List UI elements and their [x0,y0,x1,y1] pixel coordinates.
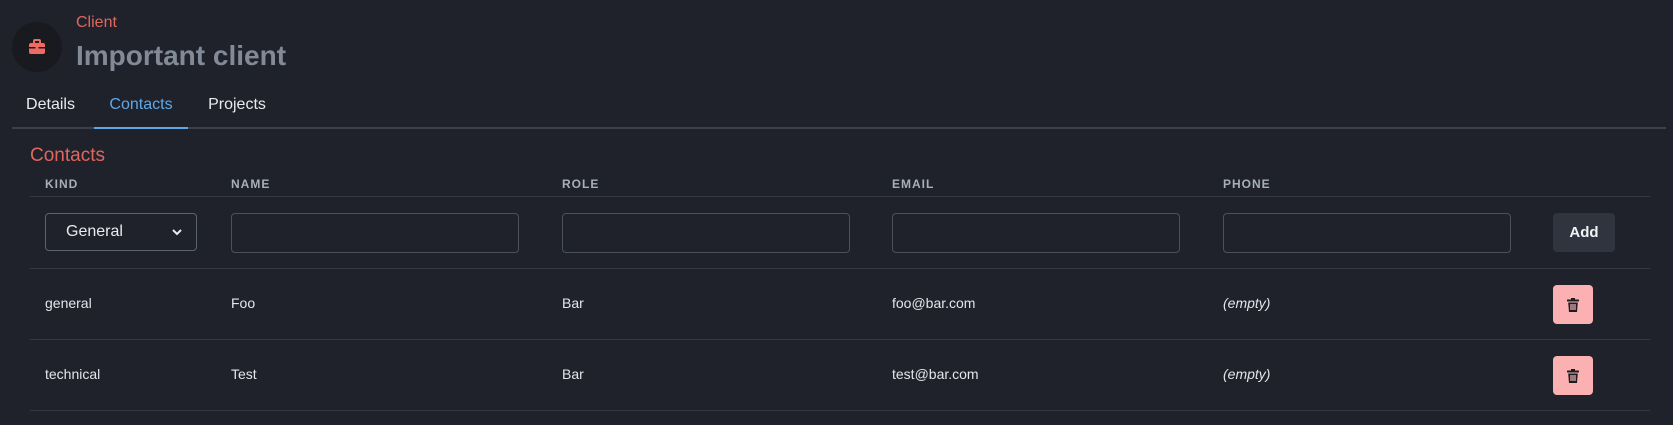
cell-name: Test [231,366,257,382]
column-header-email: EMAIL [892,177,935,191]
column-header-phone: PHONE [1223,177,1271,191]
page-eyebrow: Client [76,14,117,31]
name-input[interactable] [231,213,519,253]
delete-contact-button[interactable] [1553,285,1593,324]
tab-contacts[interactable]: Contacts [94,89,188,129]
column-header-role: ROLE [562,177,600,191]
cell-kind: general [45,295,92,311]
cell-phone: (empty) [1223,295,1271,311]
add-contact-button[interactable]: Add [1553,213,1615,252]
cell-name: Foo [231,295,256,311]
delete-contact-button[interactable] [1553,356,1593,395]
role-input[interactable] [562,213,850,253]
divider [30,196,1650,197]
tab-details[interactable]: Details [12,89,89,127]
tab-projects[interactable]: Projects [192,89,282,127]
cell-email: test@bar.com [892,366,979,382]
tab-bar: Details Contacts Projects [12,89,1666,129]
phone-input[interactable] [1223,213,1511,253]
column-header-name: NAME [231,177,271,191]
kind-select-value: General [66,223,123,240]
trash-icon [1567,297,1579,312]
cell-email: foo@bar.com [892,295,976,311]
page-header: Client Important client [12,14,286,72]
cell-role: Bar [562,366,584,382]
email-input[interactable] [892,213,1180,253]
column-header-kind: KIND [45,177,79,191]
section-title: Contacts [30,145,105,166]
client-avatar [12,22,62,72]
cell-role: Bar [562,295,584,311]
page-title: Important client [76,40,287,71]
kind-select[interactable]: General [45,213,197,251]
briefcase-icon [29,39,45,54]
divider [30,339,1650,340]
divider [30,268,1650,269]
chevron-down-icon [172,228,182,235]
cell-kind: technical [45,366,101,382]
divider [30,410,1650,411]
trash-icon [1567,368,1579,383]
cell-phone: (empty) [1223,366,1271,382]
